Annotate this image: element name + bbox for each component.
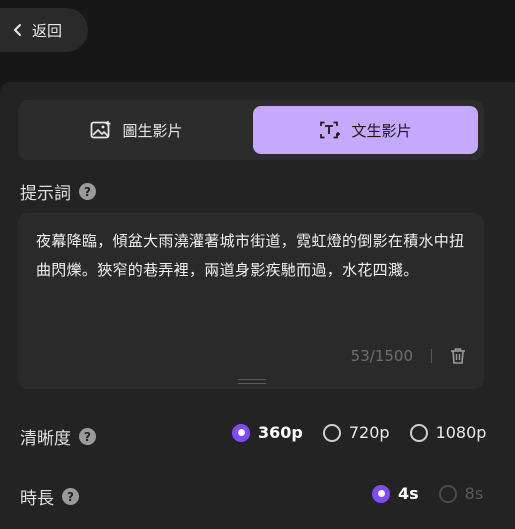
option-8s: 8s xyxy=(438,484,484,503)
tab-text-to-video[interactable]: 文生影片 xyxy=(253,106,478,154)
help-icon[interactable]: ? xyxy=(62,488,79,505)
option-label: 720p xyxy=(348,423,390,442)
mode-toggle: 圖生影片 文生影片 xyxy=(18,100,484,160)
option-label: 4s xyxy=(398,484,419,503)
resolution-label-text: 清晰度 xyxy=(20,429,71,449)
duration-label-text: 時長 xyxy=(20,489,54,509)
back-label: 返回 xyxy=(32,21,63,40)
chevron-left-icon xyxy=(14,24,21,36)
prompt-label: 提示詞 ? xyxy=(20,179,96,204)
option-1080p[interactable]: 1080p xyxy=(409,423,487,442)
resolution-options: 360p 720p 1080p xyxy=(212,423,486,442)
radio[interactable] xyxy=(322,423,341,442)
radio-disabled xyxy=(438,484,457,503)
trash-icon[interactable] xyxy=(450,347,466,365)
option-label: 360p xyxy=(258,423,303,442)
prompt-label-text: 提示詞 xyxy=(20,184,71,204)
option-360p[interactable]: 360p xyxy=(232,423,303,442)
prompt-text[interactable]: 夜幕降臨，傾盆大雨澆灌著城市街道，霓虹燈的倒影在積水中扭曲閃爍。狹窄的巷弄裡，兩… xyxy=(36,227,466,285)
option-4s[interactable]: 4s xyxy=(372,484,419,503)
duration-label: 時長 ? xyxy=(20,484,79,509)
text-icon xyxy=(320,121,341,139)
radio-selected[interactable] xyxy=(232,423,250,442)
option-label: 1080p xyxy=(435,423,487,442)
divider xyxy=(431,349,432,363)
back-button[interactable]: 返回 xyxy=(0,8,88,52)
help-icon[interactable]: ? xyxy=(79,183,96,200)
option-720p[interactable]: 720p xyxy=(322,423,390,442)
help-icon[interactable]: ? xyxy=(79,428,96,445)
radio-selected[interactable] xyxy=(372,484,390,503)
resize-handle[interactable] xyxy=(238,379,266,385)
tab-label: 文生影片 xyxy=(351,121,412,140)
tab-image-to-video[interactable]: 圖生影片 xyxy=(24,106,249,154)
resolution-label: 清晰度 ? xyxy=(20,424,96,449)
option-label: 8s xyxy=(464,484,484,503)
prompt-textarea[interactable]: 夜幕降臨，傾盆大雨澆灌著城市街道，霓虹燈的倒影在積水中扭曲閃爍。狹窄的巷弄裡，兩… xyxy=(18,213,484,389)
radio[interactable] xyxy=(409,423,428,442)
duration-options: 4s 8s xyxy=(352,484,483,503)
image-icon xyxy=(91,121,111,139)
char-counter: 53/1500 xyxy=(350,347,413,365)
tab-label: 圖生影片 xyxy=(122,121,183,140)
prompt-footer: 53/1500 xyxy=(351,347,466,365)
